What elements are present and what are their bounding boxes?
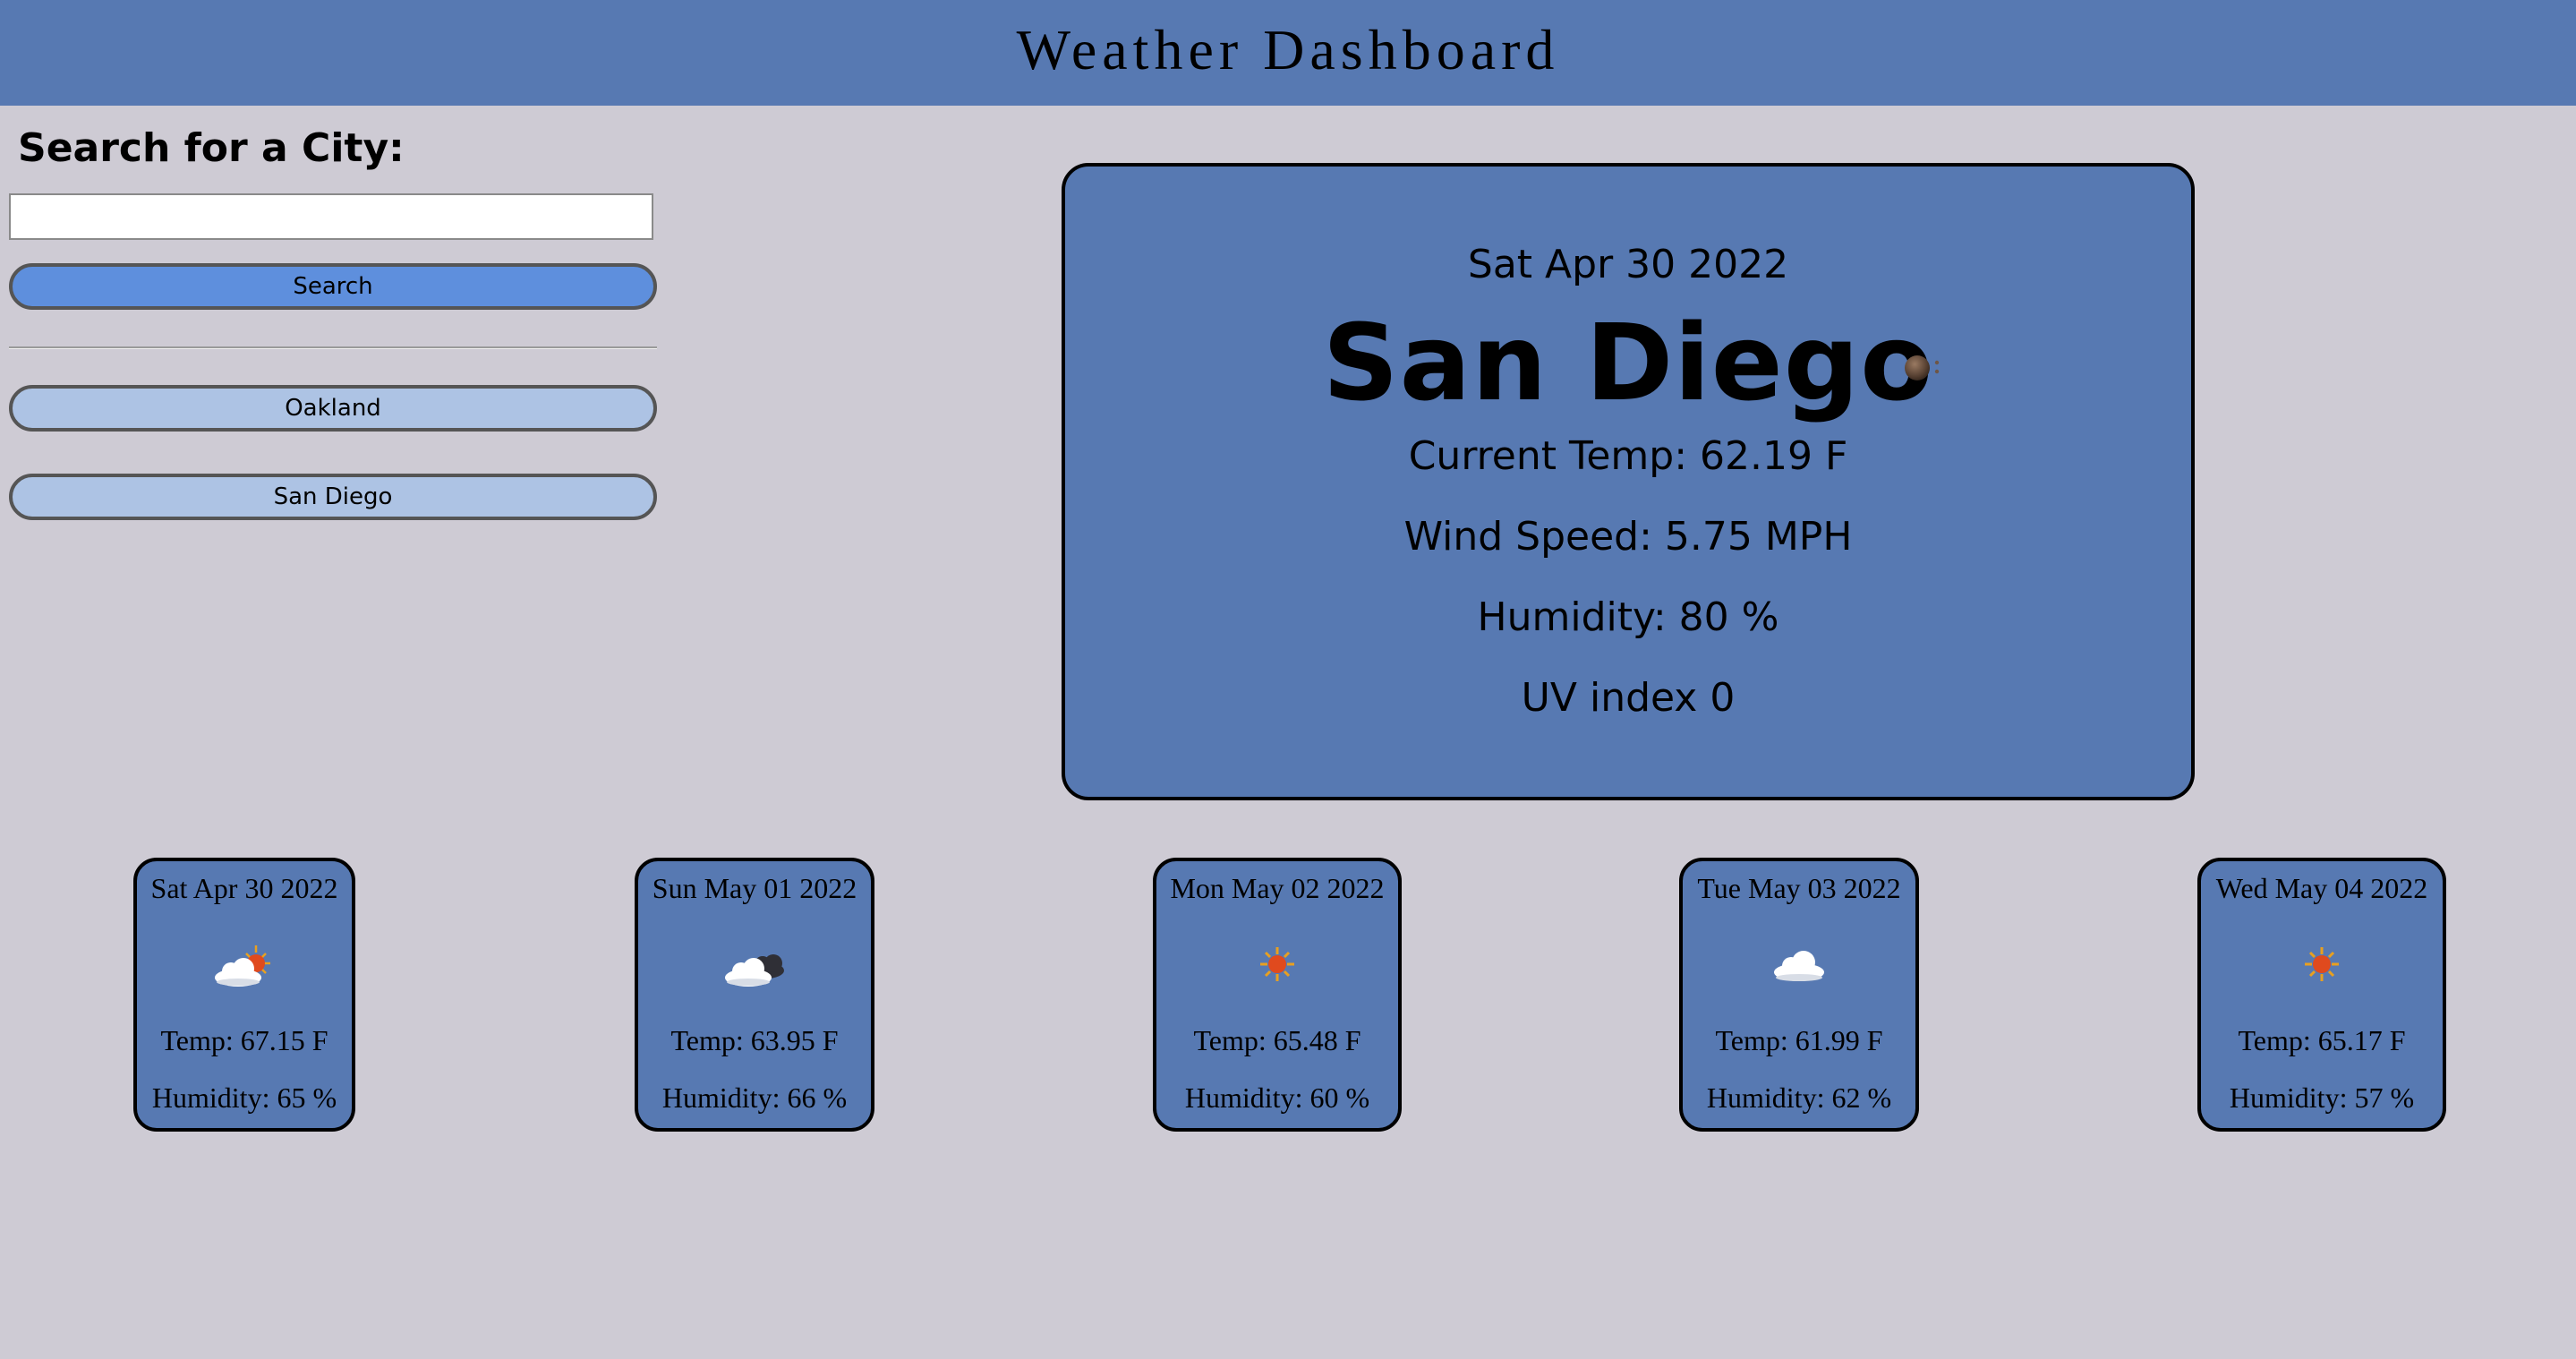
- forecast-humidity: Humidity: 66 %: [661, 1081, 848, 1114]
- sidebar-divider: [9, 346, 657, 349]
- history-button-san-diego[interactable]: San Diego: [9, 474, 657, 520]
- night-partly-cloudy-icon: [1905, 355, 1940, 380]
- forecast-card: Mon May 02 2022 Temp: 65.48 F Humidity: …: [1153, 858, 1402, 1132]
- current-wind-speed: Wind Speed: 5.75 MPH: [1403, 514, 1853, 560]
- header-bar: Weather Dashboard: [0, 0, 2576, 106]
- forecast-humidity: Humidity: 62 %: [1706, 1081, 1892, 1114]
- forecast-date: Sun May 01 2022: [652, 872, 857, 904]
- page-title: Weather Dashboard: [1016, 18, 1560, 81]
- search-button[interactable]: Search: [9, 263, 657, 310]
- history-button-oakland[interactable]: Oakland: [9, 385, 657, 432]
- cloudy-night-icon: [725, 954, 784, 987]
- forecast-card: Sat Apr 30 2022 Temp: 67.15 F Humidity: …: [133, 858, 355, 1132]
- city-search-input[interactable]: [9, 193, 653, 240]
- forecast-card: Tue May 03 2022 Temp: 61.99 F Humidity: …: [1679, 858, 1919, 1132]
- forecast-temp: Temp: 63.95 F: [670, 1024, 839, 1056]
- search-heading: Search for a City:: [18, 125, 405, 171]
- forecast-card: Wed May 04 2022 Temp: 65.17 F Humidity: …: [2197, 858, 2446, 1132]
- forecast-humidity: Humidity: 65 %: [151, 1081, 337, 1114]
- forecast-date: Mon May 02 2022: [1170, 872, 1385, 904]
- forecast-temp: Temp: 61.99 F: [1715, 1024, 1883, 1056]
- current-city-name: San Diego: [1322, 301, 1934, 424]
- forecast-temp: Temp: 67.15 F: [160, 1024, 328, 1056]
- forecast-date: Sat Apr 30 2022: [150, 872, 338, 904]
- search-sidebar: Search for a City: Search Oakland San Di…: [9, 106, 657, 520]
- current-humidity: Humidity: 80 %: [1477, 594, 1779, 640]
- current-uv-index: UV index 0: [1521, 675, 1736, 721]
- forecast-card: Sun May 01 2022 Temp: 63.95 F Humidity: …: [635, 858, 874, 1132]
- forecast-temp: Temp: 65.17 F: [2238, 1024, 2406, 1056]
- forecast-date: Wed May 04 2022: [2215, 872, 2428, 904]
- forecast-date: Tue May 03 2022: [1697, 872, 1901, 904]
- current-weather-card: Sat Apr 30 2022 San Diego Current Temp: …: [1062, 163, 2195, 800]
- current-temp: Current Temp: 62.19 F: [1408, 433, 1848, 479]
- sun-icon: [2305, 947, 2339, 981]
- cloud-icon: [1774, 951, 1824, 981]
- forecast-temp: Temp: 65.48 F: [1193, 1024, 1361, 1056]
- forecast-humidity: Humidity: 57 %: [2229, 1081, 2415, 1114]
- sun-icon: [1260, 947, 1294, 981]
- current-date: Sat Apr 30 2022: [1467, 242, 1789, 287]
- forecast-humidity: Humidity: 60 %: [1184, 1081, 1370, 1114]
- current-city-row: San Diego: [1065, 301, 2191, 424]
- partly-cloudy-day-icon: [215, 945, 270, 987]
